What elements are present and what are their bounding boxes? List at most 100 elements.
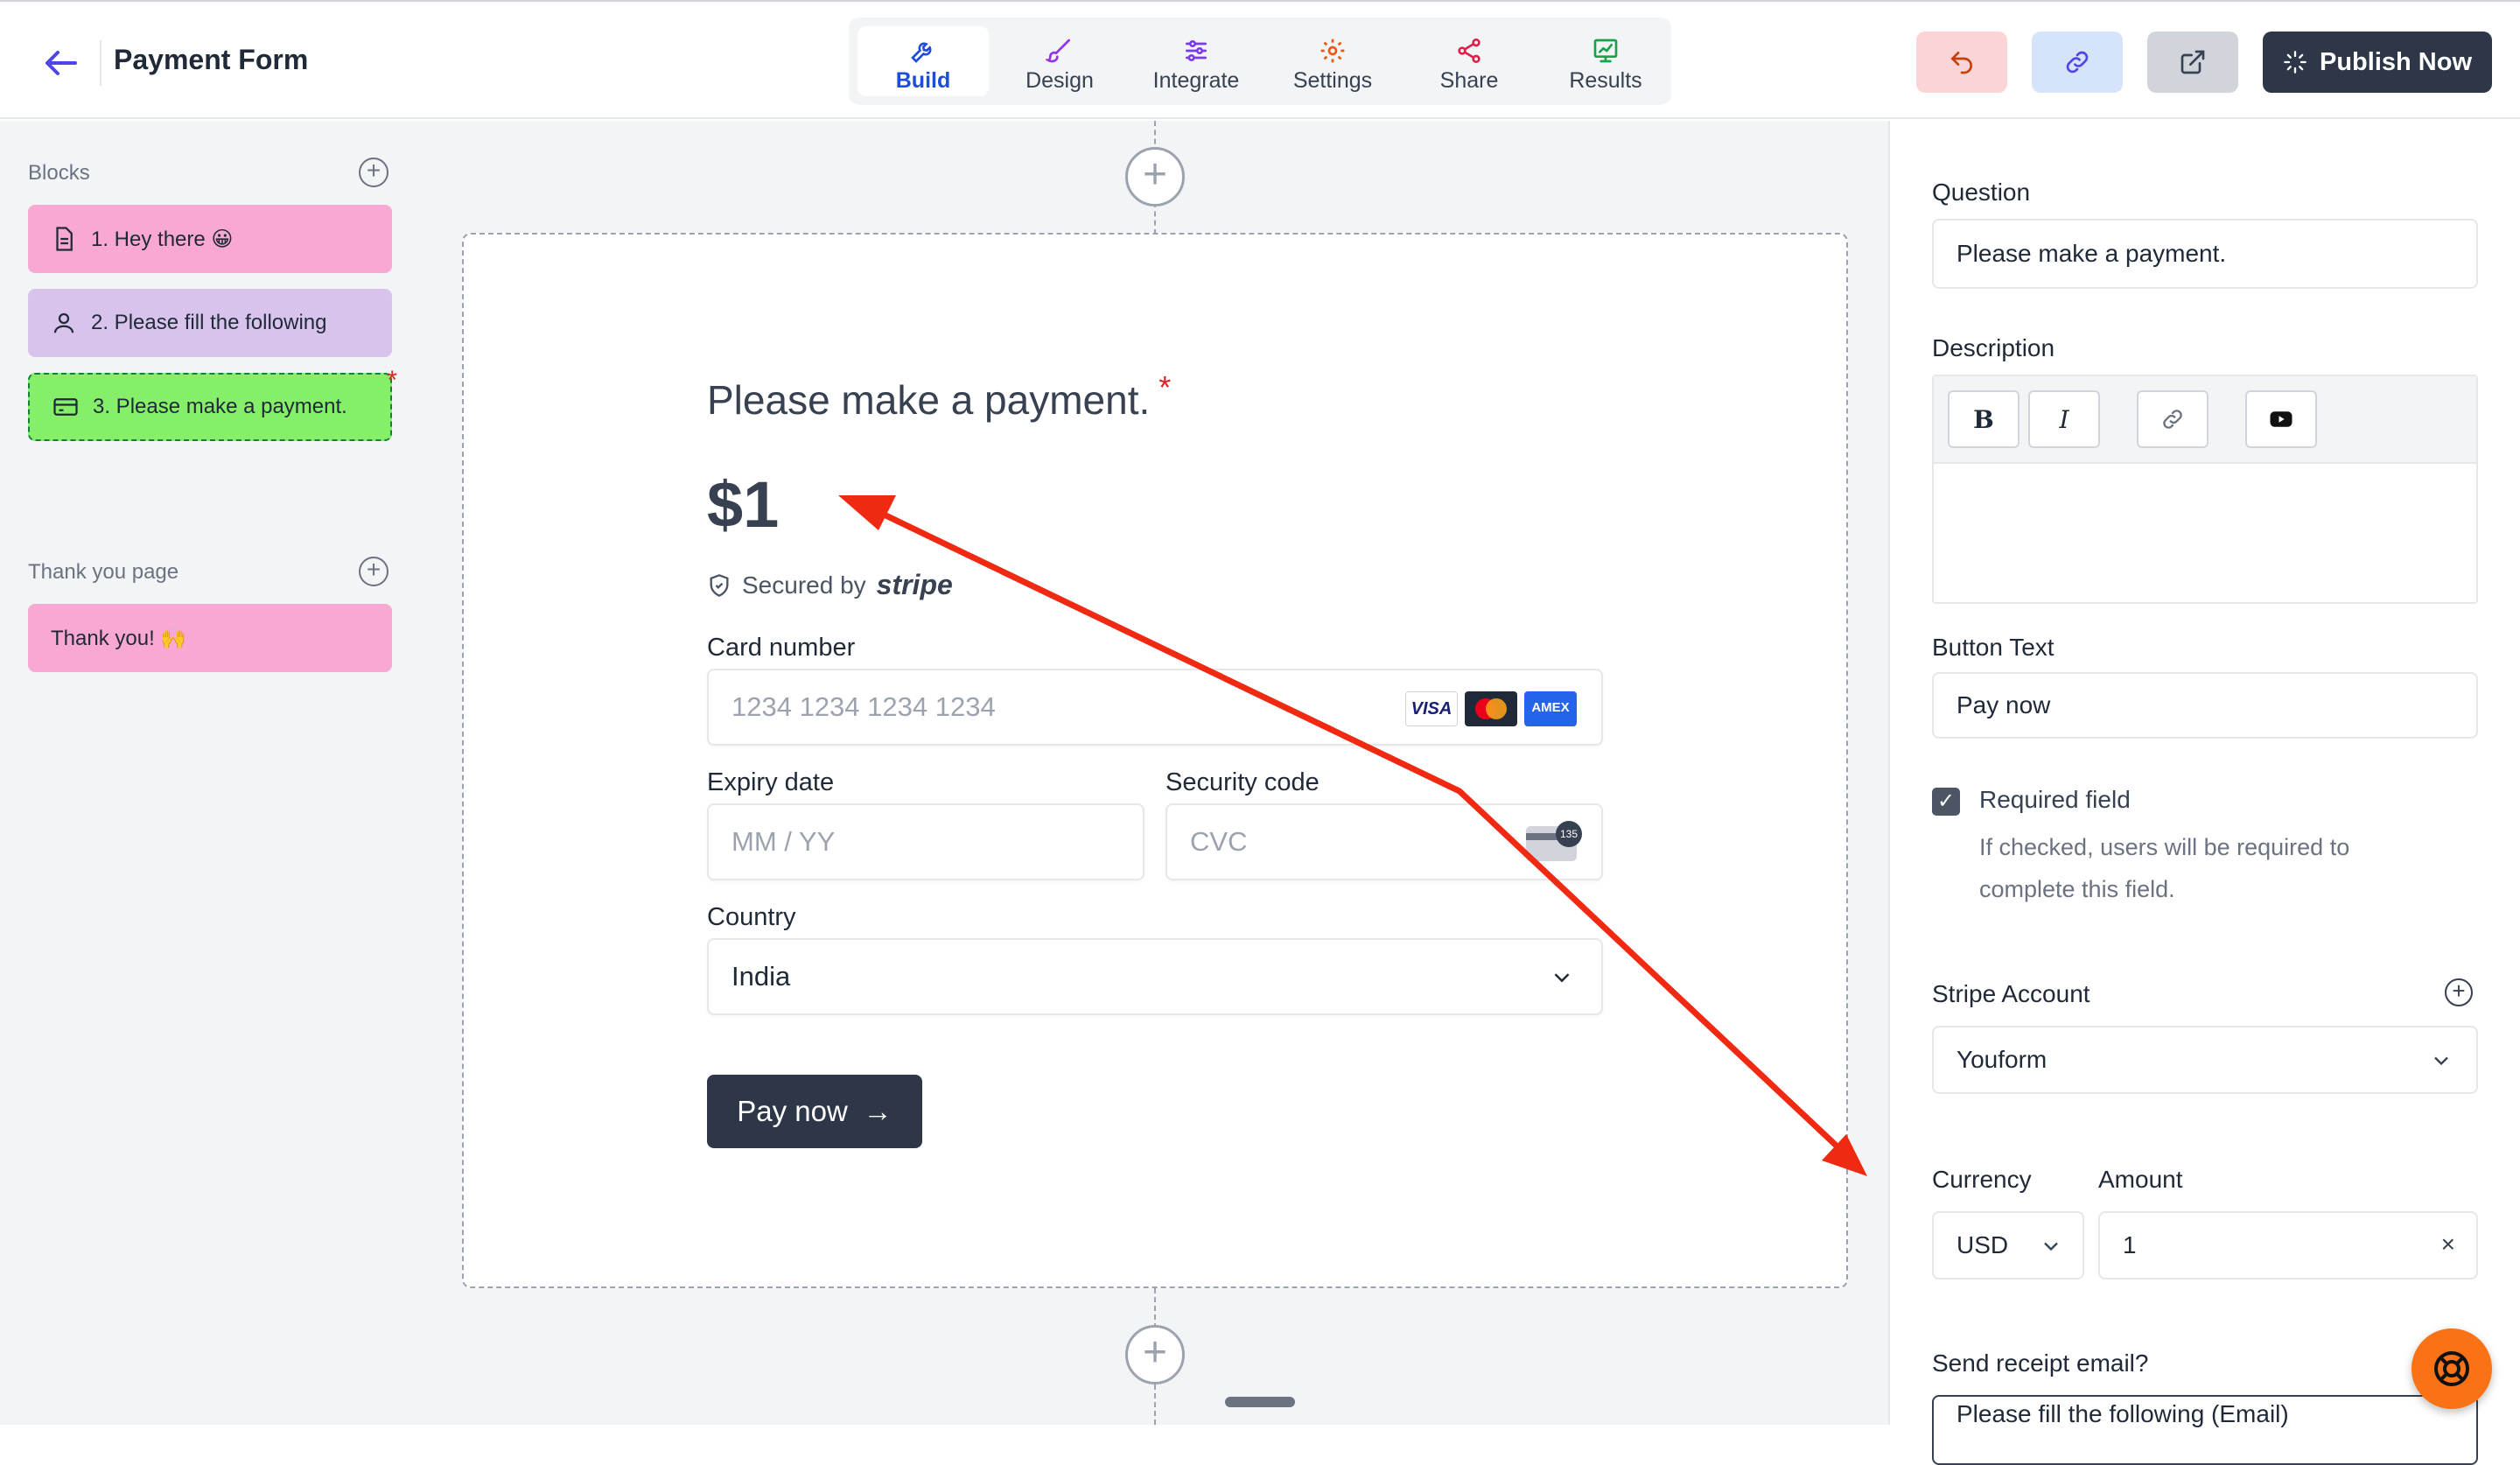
country-value: India — [732, 961, 791, 992]
block-label: 2. Please fill the following — [91, 311, 327, 334]
tab-design[interactable]: Design — [994, 26, 1125, 96]
brush-icon — [1046, 39, 1070, 63]
required-field-label: Required field — [1979, 786, 2131, 813]
pay-now-label: Pay now — [737, 1095, 848, 1127]
editor-toolbar: B I — [1934, 376, 2476, 464]
receipt-email-select[interactable]: Please fill the following (Email) — [1932, 1395, 2478, 1465]
tab-label: Settings — [1292, 68, 1373, 93]
receipt-email-value: Please fill the following (Email) — [1956, 1400, 2289, 1427]
copy-link-button[interactable] — [2032, 32, 2123, 93]
question-field-label: Question — [1932, 179, 2031, 206]
add-block-icon[interactable]: + — [359, 158, 388, 187]
open-external-button[interactable] — [2147, 32, 2238, 93]
country-select[interactable]: India — [707, 938, 1603, 1015]
link-button[interactable] — [2137, 390, 2208, 448]
security-code-label: Security code — [1166, 768, 1320, 796]
add-stripe-account-icon[interactable]: + — [2445, 978, 2473, 1006]
button-text-value: Pay now — [1956, 691, 2051, 718]
question-input[interactable]: Please make a payment. — [1932, 219, 2478, 289]
back-arrow-icon[interactable] — [40, 42, 82, 84]
tab-results[interactable]: Results — [1540, 26, 1671, 96]
cvc-badge: 135 — [1556, 821, 1582, 847]
cvc-input[interactable]: CVC 135 — [1166, 803, 1603, 880]
tab-label: Design — [1026, 68, 1094, 93]
top-bar: Payment Form Build Design Integrate Sett… — [0, 0, 2520, 119]
card-brand-icons: VISA AMEX — [1405, 691, 1577, 726]
stripe-account-value: Youform — [1956, 1046, 2048, 1073]
description-label: Description — [1932, 334, 2055, 361]
secured-text: Secured by — [742, 571, 866, 599]
required-asterisk: * — [387, 366, 397, 395]
description-editor[interactable]: B I — [1932, 375, 2478, 604]
required-help-text: If checked, users will be required to co… — [1979, 834, 2350, 902]
card-number-placeholder: 1234 1234 1234 1234 — [732, 691, 996, 722]
amex-icon: AMEX — [1524, 691, 1577, 726]
required-checkbox[interactable]: ✓ — [1932, 788, 1960, 816]
amount-label: Amount — [2098, 1166, 2183, 1193]
question-heading: Please make a payment. * — [707, 369, 1171, 424]
tab-build[interactable]: Build — [858, 26, 989, 96]
undo-button[interactable] — [1916, 32, 2007, 93]
page-title: Payment Form — [114, 44, 309, 75]
share-icon — [1458, 39, 1480, 63]
tab-integrate[interactable]: Integrate — [1130, 26, 1262, 96]
cvc-placeholder: CVC — [1190, 826, 1248, 857]
country-label: Country — [707, 903, 796, 931]
chevron-down-icon — [2044, 1242, 2058, 1251]
receipt-email-label: Send receipt email? — [1932, 1349, 2149, 1377]
card-icon — [53, 398, 78, 416]
link-icon — [2066, 51, 2089, 74]
button-text-input[interactable]: Pay now — [1932, 672, 2478, 739]
expiry-label: Expiry date — [707, 768, 835, 796]
youtube-button[interactable] — [2245, 390, 2317, 448]
italic-button[interactable]: I — [2028, 390, 2100, 448]
divider — [100, 40, 102, 86]
publish-button[interactable]: Publish Now — [2263, 32, 2492, 93]
sidebar-block-3[interactable]: 3. Please make a payment. * — [28, 366, 397, 441]
question-input-value: Please make a payment. — [1956, 240, 2227, 267]
required-mark: * — [1158, 369, 1172, 405]
undo-icon — [1950, 52, 1972, 74]
help-support-button[interactable] — [2412, 1328, 2492, 1409]
tab-share[interactable]: Share — [1404, 26, 1535, 96]
lifebuoy-icon — [2434, 1351, 2469, 1386]
add-thankyou-icon[interactable]: + — [359, 557, 388, 586]
stripe-account-select[interactable]: Youform — [1932, 1026, 2478, 1094]
tab-label: Results — [1569, 68, 1642, 93]
expiry-input[interactable]: MM / YY — [707, 803, 1144, 880]
arrow-right-icon: → — [863, 1095, 892, 1127]
thankyou-block[interactable]: Thank you! 🙌 — [28, 604, 392, 672]
clear-icon[interactable]: × — [2441, 1230, 2455, 1258]
publish-label: Publish Now — [2320, 47, 2472, 76]
blocks-heading: Blocks — [28, 161, 90, 185]
sparkle-icon — [2284, 51, 2306, 74]
expiry-placeholder: MM / YY — [732, 826, 836, 857]
drag-handle[interactable] — [1225, 1397, 1295, 1407]
secured-by: Secured by stripe — [707, 569, 953, 601]
mastercard-icon — [1465, 691, 1517, 726]
sidebar-block-1[interactable]: 1. Hey there 😀 — [28, 205, 392, 273]
amount-input[interactable]: 1 × — [2098, 1211, 2478, 1279]
tab-settings[interactable]: Settings — [1267, 26, 1398, 96]
tab-bar: Build Design Integrate Settings Share Re… — [849, 18, 1671, 105]
tab-label: Integrate — [1152, 68, 1240, 93]
add-block-below-icon[interactable]: + — [1125, 1325, 1185, 1384]
button-text-label: Button Text — [1932, 634, 2054, 661]
sidebar-block-2[interactable]: 2. Please fill the following — [28, 289, 392, 357]
block-label: Thank you! 🙌 — [51, 626, 187, 650]
link-icon — [2163, 410, 2182, 429]
bold-button[interactable]: B — [1948, 390, 2020, 448]
chevron-down-icon — [2434, 1056, 2448, 1066]
block-label: 3. Please make a payment. — [93, 395, 347, 418]
tab-label: Share — [1439, 68, 1499, 93]
add-block-above-icon[interactable]: + — [1125, 147, 1185, 207]
chart-icon — [1593, 39, 1618, 63]
pay-now-button[interactable]: Pay now → — [707, 1075, 922, 1148]
stripe-logo: stripe — [876, 569, 953, 600]
tab-label: Build — [895, 68, 951, 93]
thankyou-heading: Thank you page — [28, 560, 179, 584]
amount-input-value: 1 — [2123, 1231, 2137, 1258]
chevron-down-icon — [1554, 973, 1570, 983]
currency-select[interactable]: USD — [1932, 1211, 2084, 1279]
card-number-input[interactable]: 1234 1234 1234 1234 VISA AMEX — [707, 669, 1603, 746]
